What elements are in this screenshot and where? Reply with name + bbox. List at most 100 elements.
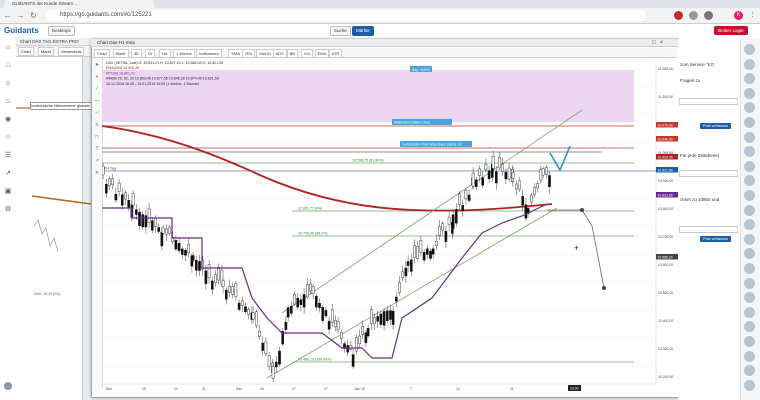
markets-button[interactable]: Märkte bbox=[352, 26, 374, 36]
member-avatar[interactable] bbox=[744, 277, 755, 289]
post-button[interactable]: Post verfassen bbox=[700, 123, 732, 129]
broker-login-button[interactable]: Broker Login bbox=[714, 26, 748, 35]
member-avatar[interactable] bbox=[744, 160, 755, 172]
price-chart[interactable]: Bep. 11200 Widerstand (Siehe 10x1) Vorbörs… bbox=[102, 58, 678, 394]
chart-toolbar-chart[interactable]: Chart bbox=[94, 49, 110, 58]
chart-window-title[interactable]: Chart Dax-H1 Intra bbox=[91, 39, 678, 47]
candle bbox=[299, 299, 303, 305]
candle bbox=[177, 243, 181, 252]
bg-toolbar-verzeichnis[interactable]: Verzeichnis bbox=[58, 47, 85, 56]
text-icon[interactable]: T bbox=[94, 146, 100, 152]
reload-icon[interactable]: ↻ bbox=[29, 11, 38, 20]
bg-toolbar-chart[interactable]: Chart bbox=[18, 47, 34, 56]
level-label: 12.601,71 (R4) bbox=[298, 207, 322, 211]
candle bbox=[135, 209, 138, 215]
settings-icon[interactable]: ⚙ bbox=[4, 206, 12, 214]
desktops-button[interactable]: Desktops bbox=[48, 26, 75, 36]
chart-toolbar-3e[interactable]: 3E bbox=[131, 49, 142, 58]
candle bbox=[373, 317, 376, 325]
chart-toolbar-markt[interactable]: Markt bbox=[112, 49, 129, 58]
member-avatar[interactable] bbox=[744, 233, 755, 245]
search-button[interactable]: Suche bbox=[330, 26, 351, 36]
bg-toolbar-markt[interactable]: Markt bbox=[38, 47, 54, 56]
chart-toolbar-atr[interactable]: ATR bbox=[328, 49, 343, 58]
chart-toolbar-1-woche[interactable]: 1 Woche bbox=[173, 49, 195, 58]
price-tick: 11.300,00 bbox=[658, 67, 673, 71]
member-avatar[interactable] bbox=[744, 350, 755, 362]
trash-icon[interactable]: ✕ bbox=[94, 170, 100, 176]
chart-toolbar-sma[interactable]: SMA bbox=[228, 49, 244, 58]
rectangle-icon[interactable]: □ bbox=[94, 134, 100, 140]
chart-toolbar-bb[interactable]: BB bbox=[286, 49, 298, 58]
eye-icon[interactable]: ◉ bbox=[4, 116, 12, 124]
candle bbox=[117, 182, 121, 192]
chart-toolbar-indikatoren[interactable]: Indikatoren bbox=[196, 49, 222, 58]
chart-toolbar-macd[interactable]: MACD bbox=[256, 49, 275, 58]
user-icon[interactable]: ☺ bbox=[4, 80, 12, 88]
member-avatar[interactable] bbox=[744, 58, 755, 70]
chat-icon[interactable]: □ bbox=[4, 62, 12, 70]
candle bbox=[244, 306, 247, 312]
candle bbox=[398, 282, 401, 293]
chart-toolbar-ha[interactable]: HA bbox=[159, 49, 171, 58]
candle bbox=[302, 294, 306, 308]
home-icon[interactable]: ⌂ bbox=[4, 44, 12, 52]
channel-icon[interactable]: ∹ bbox=[94, 110, 100, 116]
arrow-icon[interactable]: ↗ bbox=[94, 158, 100, 164]
chart-toolbar-rsi[interactable]: RSI bbox=[242, 49, 256, 58]
kebab-menu-icon[interactable]: ⋮ bbox=[748, 11, 757, 20]
cursor-icon[interactable]: ➤ bbox=[94, 62, 100, 68]
member-avatar[interactable] bbox=[744, 87, 755, 99]
star-icon[interactable]: ☆ bbox=[4, 134, 12, 142]
member-avatar[interactable] bbox=[744, 204, 755, 216]
list-icon[interactable]: ☰ bbox=[4, 152, 12, 160]
extension-icon[interactable] bbox=[674, 11, 683, 20]
member-avatar[interactable] bbox=[744, 379, 755, 391]
member-avatar[interactable] bbox=[744, 263, 755, 274]
chart-icon[interactable]: ↗ bbox=[4, 170, 12, 178]
window-controls[interactable]: □× bbox=[652, 40, 667, 46]
crosshair-icon[interactable]: + bbox=[94, 74, 100, 80]
trendline-icon[interactable]: ∕ bbox=[94, 86, 100, 92]
post-button[interactable]: Post verfassen bbox=[700, 236, 732, 242]
user-avatar[interactable] bbox=[4, 382, 12, 390]
level-label: 10.720,00 (38.2%) bbox=[298, 232, 328, 236]
forward-arrow-icon[interactable]: → bbox=[16, 11, 25, 20]
folder-icon[interactable]: ▣ bbox=[4, 188, 12, 196]
chart-toolbar-cci[interactable]: CCI bbox=[300, 49, 314, 58]
app-logo[interactable]: Guidants bbox=[4, 26, 39, 35]
url-input[interactable]: https://go.guidants.com/#c/125221 bbox=[46, 10, 646, 21]
projection-point bbox=[602, 286, 606, 290]
fibonacci-icon[interactable]: ≡ bbox=[94, 122, 100, 128]
candle bbox=[231, 286, 235, 295]
crosshair-cursor: + bbox=[574, 243, 579, 253]
reply-input[interactable] bbox=[679, 226, 738, 233]
price-tag: 10.823,89 bbox=[658, 193, 673, 197]
reply-input[interactable] bbox=[679, 98, 738, 105]
extension-icon[interactable] bbox=[689, 11, 698, 20]
member-avatar[interactable] bbox=[744, 117, 755, 128]
candle bbox=[321, 306, 325, 321]
bell-icon[interactable]: ♨ bbox=[4, 98, 12, 106]
member-avatar[interactable] bbox=[744, 190, 755, 201]
chart-toolbar-adx[interactable]: ADX bbox=[272, 49, 287, 58]
candle bbox=[441, 223, 445, 231]
candle bbox=[258, 331, 261, 337]
chart-toolbar-ema[interactable]: EMA bbox=[314, 49, 330, 58]
member-avatar[interactable] bbox=[744, 336, 755, 347]
profile-avatar[interactable]: K bbox=[734, 11, 743, 20]
chart-toolbar-dr[interactable]: Dr bbox=[145, 49, 156, 58]
candle bbox=[484, 164, 488, 171]
member-avatar[interactable] bbox=[744, 131, 755, 143]
browser-tab[interactable]: GUIDANTS der Kunde Stream ... bbox=[4, 0, 154, 8]
candle bbox=[161, 227, 165, 234]
back-arrow-icon[interactable]: ← bbox=[3, 11, 12, 20]
candle bbox=[416, 246, 420, 259]
member-avatar[interactable] bbox=[744, 306, 755, 318]
candle bbox=[124, 192, 127, 200]
extension-icon[interactable] bbox=[704, 11, 713, 20]
candle bbox=[334, 320, 337, 328]
hline-icon[interactable]: — bbox=[94, 98, 100, 104]
member-avatar[interactable] bbox=[744, 44, 755, 55]
reply-input[interactable] bbox=[679, 170, 738, 177]
